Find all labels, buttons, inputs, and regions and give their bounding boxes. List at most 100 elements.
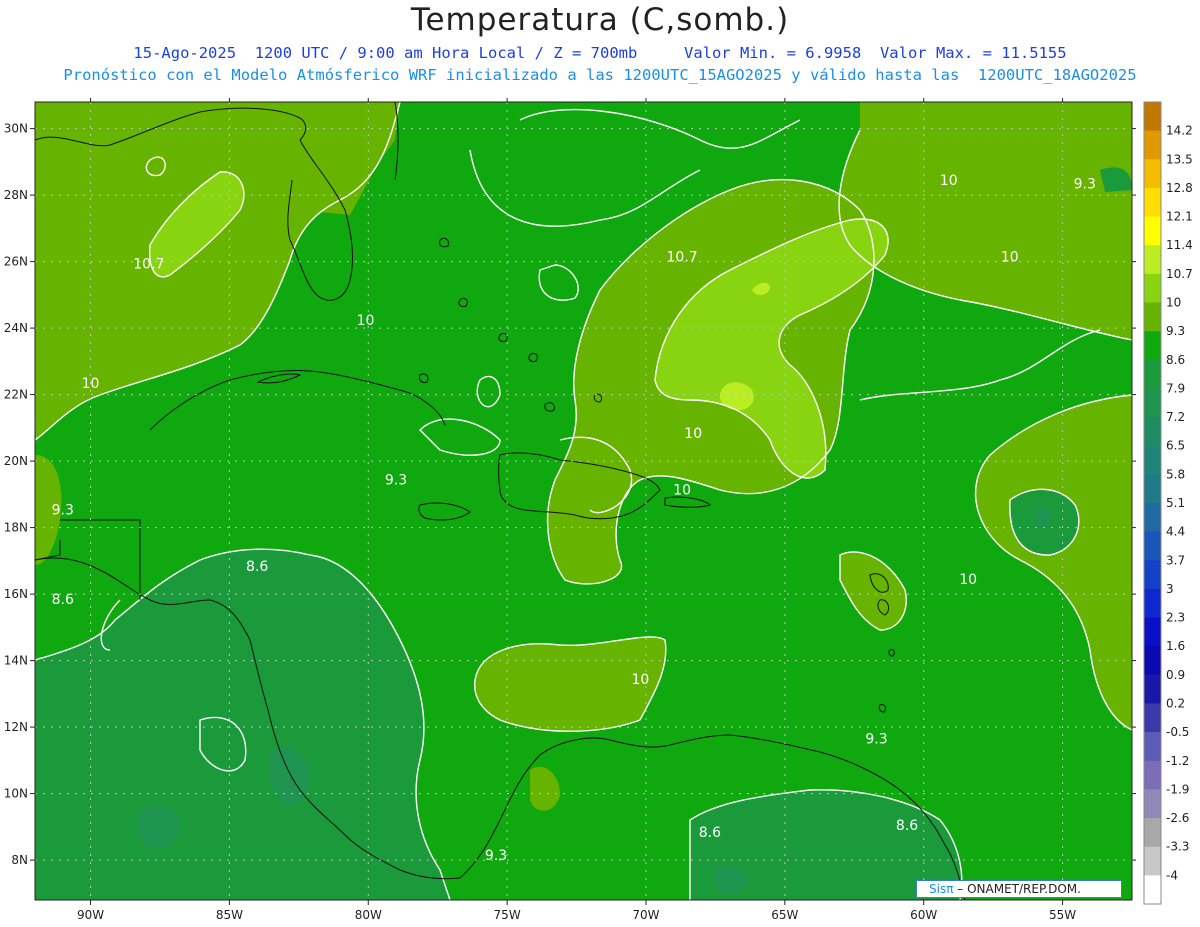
lon-tick-label: 75W	[494, 908, 521, 922]
colorbar-swatch	[1144, 302, 1161, 332]
contour-label: 10	[684, 426, 702, 442]
colorbar-label: 5.8	[1166, 467, 1185, 481]
colorbar-label: 4.4	[1166, 525, 1185, 539]
contour-label: 10	[1001, 250, 1019, 266]
lon-tick-label: 80W	[355, 908, 382, 922]
colorbar-label: 7.2	[1166, 410, 1185, 424]
lat-tick-label: 22N	[4, 388, 28, 402]
lon-tick-label: 65W	[771, 908, 798, 922]
lon-tick-label: 85W	[216, 908, 243, 922]
colorbar-label: 5.1	[1166, 496, 1185, 510]
temperature-field	[35, 102, 1132, 900]
colorbar-label: -4	[1166, 868, 1178, 882]
credit-text: – ONAMET/REP.DOM.	[957, 882, 1081, 896]
colorbar-swatch	[1144, 560, 1161, 590]
lat-tick-label: 24N	[4, 321, 28, 335]
lat-tick-label: 12N	[4, 720, 28, 734]
lat-tick-label: 14N	[4, 654, 28, 668]
sispi-logo: Sisπ	[929, 882, 954, 896]
lat-tick-label: 26N	[4, 255, 28, 269]
colorbar-swatch	[1144, 102, 1161, 132]
contour-label: 9.3	[52, 502, 74, 518]
colorbar-swatch	[1144, 531, 1161, 561]
colorbar-swatch	[1144, 846, 1161, 876]
colorbar-label: -3.3	[1166, 840, 1189, 854]
colorbar-label: 10	[1166, 296, 1181, 310]
temperature-colorbar: 14.2 13.5 12.8 12.1 11.4 10.7 10 9.3 8.6 7.9 7.2 6.…	[1143, 101, 1193, 905]
colorbar-swatch	[1144, 703, 1161, 733]
colorbar-swatch	[1144, 417, 1161, 447]
lon-tick-label: 90W	[77, 908, 104, 922]
colorbar-label: 13.5	[1166, 152, 1193, 166]
contour-label: 10	[673, 482, 691, 498]
colorbar-label: -1.9	[1166, 782, 1189, 796]
colorbar-swatch	[1144, 245, 1161, 275]
lon-tick-label: 60W	[910, 908, 937, 922]
colorbar-label: 9.3	[1166, 324, 1185, 338]
colorbar-swatch	[1144, 732, 1161, 762]
lat-tick-label: 10N	[4, 787, 28, 801]
colorbar-label: -0.5	[1166, 725, 1189, 739]
colorbar-swatch	[1144, 875, 1161, 905]
colorbar-label: 6.5	[1166, 439, 1185, 453]
contour-label: 9.3	[865, 732, 887, 748]
colorbar-label: -1.2	[1166, 754, 1189, 768]
colorbar-label: 12.1	[1166, 210, 1193, 224]
lat-tick-label: 30N	[4, 122, 28, 136]
colorbar-label: 10.7	[1166, 267, 1193, 281]
colorbar-swatch	[1144, 674, 1161, 704]
colorbar-swatch	[1144, 273, 1161, 303]
contour-label: 8.6	[896, 818, 918, 834]
colorbar-swatch	[1144, 760, 1161, 790]
contour-label: 9.3	[385, 472, 407, 488]
colorbar-swatch	[1144, 159, 1161, 189]
colorbar-label: 12.8	[1166, 181, 1193, 195]
colorbar-swatch	[1144, 359, 1161, 389]
lat-tick-label: 8N	[11, 853, 28, 867]
colorbar-swatch	[1144, 588, 1161, 619]
lat-tick-label: 20N	[4, 454, 28, 468]
colorbar-swatch	[1144, 818, 1161, 848]
forecast-map: 90W 85W 80W 75W 70W 65W 60W 55W 8N 10N 12N 14N 16N 18…	[4, 98, 1193, 922]
colorbar-swatch	[1144, 617, 1161, 647]
contour-label: 10	[940, 173, 958, 189]
lat-tick-label: 18N	[4, 521, 28, 535]
colorbar-swatch	[1144, 646, 1161, 676]
colorbar-swatch	[1144, 388, 1161, 418]
contour-label: 10.7	[133, 256, 164, 272]
contour-label: 8.6	[246, 559, 268, 575]
colorbar-swatch	[1144, 503, 1161, 533]
lon-tick-label: 70W	[632, 908, 659, 922]
colorbar-label: 0.9	[1166, 668, 1185, 682]
colorbar-label: 3	[1166, 582, 1174, 596]
colorbar-swatch	[1144, 331, 1161, 361]
lat-tick-label: 28N	[4, 188, 28, 202]
colorbar-label: 2.3	[1166, 611, 1185, 625]
contour-label: 8.6	[699, 825, 721, 841]
colorbar-label: 3.7	[1166, 553, 1185, 567]
colorbar-swatch	[1144, 187, 1161, 218]
contour-label: 8.6	[52, 592, 74, 608]
contour-label: 10	[357, 313, 375, 329]
lat-tick-label: 16N	[4, 587, 28, 601]
colorbar-swatch	[1144, 130, 1161, 160]
colorbar-label: 11.4	[1166, 238, 1193, 252]
lon-tick-label: 55W	[1049, 908, 1076, 922]
colorbar-swatch	[1144, 445, 1161, 475]
contour-label: 10	[82, 376, 100, 392]
colorbar-label: -2.6	[1166, 811, 1189, 825]
contour-label: 9.3	[485, 848, 507, 864]
contour-label: 10	[632, 672, 650, 688]
contour-label: 10	[959, 572, 977, 588]
colorbar-swatch	[1144, 474, 1161, 504]
colorbar-label: 1.6	[1166, 639, 1185, 653]
contour-label: 10.7	[667, 250, 698, 266]
colorbar-label: 14.2	[1166, 124, 1193, 138]
colorbar-label: 8.6	[1166, 353, 1185, 367]
colorbar-swatch	[1144, 789, 1161, 819]
colorbar-swatch	[1144, 216, 1161, 246]
credit-badge: Sisπ – ONAMET/REP.DOM.	[916, 880, 1122, 898]
colorbar-label: 7.9	[1166, 381, 1185, 395]
colorbar-label: 0.2	[1166, 697, 1185, 711]
contour-label: 9.3	[1074, 176, 1096, 192]
